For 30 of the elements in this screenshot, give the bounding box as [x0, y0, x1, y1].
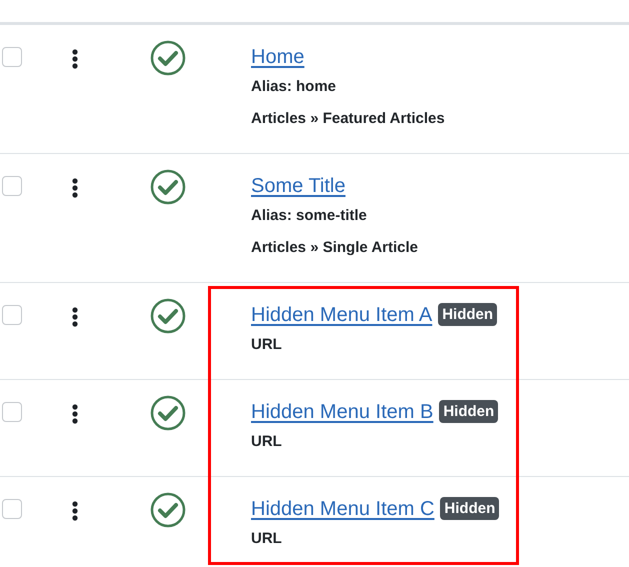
menu-item-title-link[interactable]: Some Title	[251, 175, 346, 197]
item-detail-text: Articles » Featured Articles	[251, 109, 445, 129]
row-checkbox[interactable]	[2, 499, 22, 519]
published-check-icon[interactable]	[150, 492, 186, 528]
more-options-icon[interactable]	[72, 404, 78, 424]
published-check-icon[interactable]	[150, 298, 186, 334]
published-check-icon[interactable]	[150, 169, 186, 205]
published-check-icon[interactable]	[150, 40, 186, 76]
row-checkbox[interactable]	[2, 305, 22, 325]
item-detail-text: URL	[251, 529, 283, 549]
item-detail-text: Articles » Single Article	[251, 238, 418, 258]
more-options-icon[interactable]	[72, 178, 78, 198]
hidden-badge: Hidden	[438, 303, 498, 326]
menu-item-title-link[interactable]: Hidden Menu Item C	[251, 498, 434, 520]
menu-item-title-link[interactable]: Home	[251, 46, 304, 68]
item-detail-text: Alias: home	[251, 77, 338, 97]
item-detail-text: URL	[251, 335, 283, 355]
row-checkbox[interactable]	[2, 176, 22, 196]
menu-item-title-link[interactable]: Hidden Menu Item B	[251, 401, 434, 423]
row-checkbox[interactable]	[2, 47, 22, 67]
item-detail-text: URL	[251, 432, 283, 452]
more-options-icon[interactable]	[72, 501, 78, 521]
menu-item-title-link[interactable]: Hidden Menu Item A	[251, 304, 432, 326]
published-check-icon[interactable]	[150, 395, 186, 431]
more-options-icon[interactable]	[72, 49, 78, 69]
hidden-badge: Hidden	[440, 497, 500, 520]
row-checkbox[interactable]	[2, 402, 22, 422]
hidden-badge: Hidden	[439, 400, 498, 423]
more-options-icon[interactable]	[72, 307, 78, 327]
item-detail-text: Alias: some-title	[251, 206, 368, 226]
